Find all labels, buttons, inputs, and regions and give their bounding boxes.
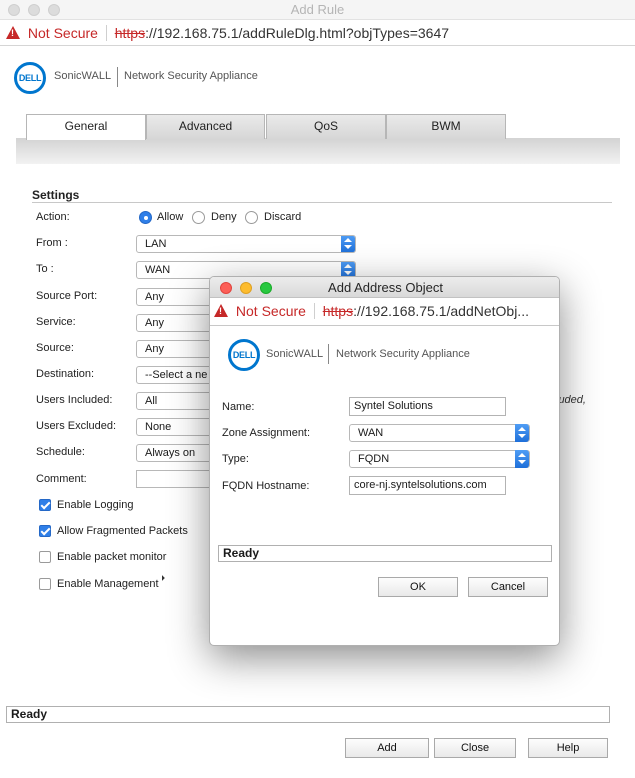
enable-logging-label: Enable Logging [57, 499, 134, 511]
brand-product: SonicWALL [54, 70, 112, 82]
address-bar[interactable]: Not Secure https://192.168.75.1/addRuleD… [0, 20, 635, 46]
cancel-button[interactable]: Cancel [468, 577, 548, 597]
destination-select[interactable]: --Select a ne [136, 366, 216, 384]
tooltip-marker-icon [159, 575, 165, 581]
url-separator [313, 303, 315, 319]
enable-management-label: Enable Management [57, 578, 159, 590]
source-select[interactable]: Any [136, 340, 216, 358]
brand-divider [328, 344, 329, 364]
select-stepper-icon [515, 450, 529, 468]
enable-logging-checkbox[interactable] [39, 499, 51, 511]
fqdn-hostname-field[interactable]: core-nj.syntelsolutions.com [349, 476, 506, 495]
action-allow-label: Allow [157, 211, 184, 223]
action-deny-label: Deny [211, 211, 237, 223]
action-allow-radio[interactable] [139, 211, 152, 224]
type-value: FQDN [358, 453, 390, 465]
source-port-select[interactable]: Any [136, 288, 216, 306]
destination-value: --Select a ne [145, 369, 208, 381]
dialog-status-bar: Ready [218, 545, 552, 562]
brand-subtitle: Network Security Appliance [124, 70, 258, 82]
source-label: Source: [36, 342, 74, 354]
help-button[interactable]: Help [528, 738, 608, 758]
from-value: LAN [145, 238, 167, 250]
source-port-label: Source Port: [36, 290, 98, 302]
packet-monitor-checkbox[interactable] [39, 551, 51, 563]
url-separator [105, 25, 107, 41]
ok-button[interactable]: OK [378, 577, 458, 597]
users-excluded-select[interactable]: None [136, 418, 216, 436]
schedule-select[interactable]: Always on [136, 444, 216, 462]
to-label: To : [36, 263, 54, 275]
dialog-url-scheme: https [322, 303, 354, 319]
dialog-brand-product: SonicWALL [266, 348, 324, 360]
url-scheme: https [114, 25, 146, 41]
name-label: Name: [222, 401, 255, 413]
warning-icon [6, 26, 20, 39]
service-label: Service: [36, 316, 76, 328]
tab-qos[interactable]: QoS [266, 114, 386, 139]
fqdn-hostname-label: FQDN Hostname: [222, 480, 310, 492]
zone-assignment-label: Zone Assignment: [222, 427, 311, 439]
add-button[interactable]: Add [345, 738, 429, 758]
schedule-label: Schedule: [36, 446, 85, 458]
tab-general[interactable]: General [26, 114, 146, 140]
dialog-not-secure-label: Not Secure [235, 303, 306, 319]
users-included-label: Users Included: [36, 394, 113, 406]
users-included-select[interactable]: All [136, 392, 216, 410]
dialog-address-bar[interactable]: Not Secure https://192.168.75.1/addNetOb… [210, 298, 559, 326]
dialog-title: Add Address Object [328, 280, 443, 295]
zone-assignment-select[interactable]: WAN [349, 424, 530, 442]
action-discard-radio[interactable] [245, 211, 258, 224]
brand-divider [117, 67, 118, 87]
warning-icon [214, 304, 228, 317]
action-deny-radio[interactable] [192, 211, 205, 224]
tab-bwm[interactable]: BWM [386, 114, 506, 139]
allow-fragmented-checkbox[interactable] [39, 525, 51, 537]
service-select[interactable]: Any [136, 314, 216, 332]
users-included-note: luded, [556, 394, 586, 406]
window-title: Add Rule [290, 2, 345, 17]
allow-fragmented-label: Allow Fragmented Packets [57, 525, 188, 537]
tab-advanced[interactable]: Advanced [146, 114, 265, 139]
dell-logo: DELL [228, 339, 260, 371]
dialog-url-path: ://192.168.75.1/addNetObj... [353, 303, 529, 319]
select-stepper-icon [515, 424, 529, 442]
select-stepper-icon [341, 236, 355, 252]
dialog-brand-subtitle: Network Security Appliance [336, 348, 470, 360]
enable-management-checkbox[interactable] [39, 578, 51, 590]
packet-monitor-label: Enable packet monitor [57, 551, 167, 563]
dialog-titlebar: Add Address Object [210, 277, 559, 298]
from-label: From : [36, 237, 68, 249]
settings-divider [32, 202, 612, 203]
zone-assignment-value: WAN [358, 427, 384, 439]
main-status-bar: Ready [6, 706, 610, 723]
destination-label: Destination: [36, 368, 95, 380]
from-select[interactable]: LAN [136, 235, 356, 253]
not-secure-label: Not Secure [27, 25, 98, 41]
main-titlebar: Add Rule [0, 0, 635, 20]
add-address-object-dialog: Add Address Object Not Secure https://19… [209, 276, 560, 646]
action-label: Action: [36, 211, 70, 223]
to-value: WAN [145, 264, 171, 276]
type-label: Type: [222, 453, 249, 465]
comment-input[interactable] [136, 470, 216, 488]
url-path: ://192.168.75.1/addRuleDlg.html?objTypes… [145, 25, 450, 41]
comment-label: Comment: [36, 473, 87, 485]
close-button[interactable]: Close [434, 738, 516, 758]
users-excluded-label: Users Excluded: [36, 420, 117, 432]
tab-strip [16, 138, 620, 164]
dell-logo: DELL [14, 62, 46, 94]
name-field[interactable]: Syntel Solutions [349, 397, 506, 416]
settings-heading: Settings [32, 188, 80, 202]
type-select[interactable]: FQDN [349, 450, 530, 468]
action-discard-label: Discard [264, 211, 302, 223]
